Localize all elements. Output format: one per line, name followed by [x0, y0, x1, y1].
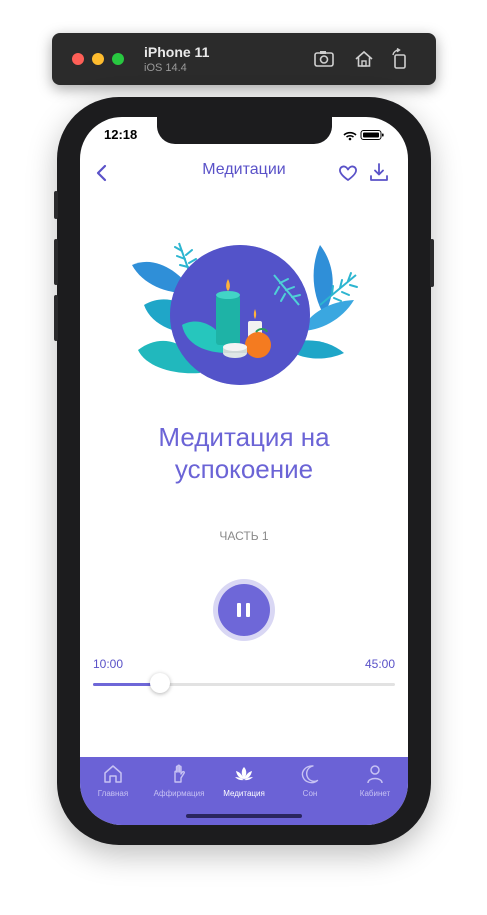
pause-icon-bar [246, 603, 250, 617]
simulator-toolbar: iPhone 11 iOS 14.4 [52, 33, 436, 85]
close-window-button[interactable] [72, 53, 84, 65]
total-time: 45:00 [364, 657, 395, 671]
tab-cabinet[interactable]: Кабинет [342, 763, 408, 798]
phone-frame: 12:18 Медитации Медитация на успокоение … [54, 97, 434, 845]
tab-home[interactable]: Главная [80, 763, 146, 798]
current-time: 10:00 [93, 657, 124, 671]
power-button [430, 239, 434, 287]
tab-meditation[interactable]: Медитация [211, 763, 277, 798]
tab-sleep[interactable]: Сон [277, 763, 343, 798]
simulator-os-version: iOS 14.4 [144, 62, 187, 74]
simulator-device-name: iPhone 11 [144, 44, 210, 60]
home-button-icon[interactable] [353, 48, 375, 70]
meditation-title: Медитация на успокоение [158, 422, 330, 484]
screenshot-icon[interactable] [313, 48, 335, 70]
tab-label: Аффирмация [153, 789, 205, 798]
status-time: 12:18 [104, 127, 138, 142]
minimize-window-button[interactable] [92, 53, 104, 65]
pause-button[interactable] [213, 579, 275, 641]
volume-up-button [54, 239, 58, 285]
phone-screen: 12:18 Медитации Медитация на успокоение … [80, 117, 408, 825]
progress-thumb[interactable] [150, 673, 171, 693]
affirmation-hand-icon [174, 764, 185, 783]
rotate-icon[interactable] [389, 47, 411, 70]
moon-icon [301, 765, 319, 784]
notch [157, 117, 332, 144]
tab-bar: Главная Аффирмация Медитация Сон Кабинет [80, 757, 408, 825]
tab-label: Кабинет [359, 789, 391, 798]
pause-button-inner[interactable] [218, 584, 270, 636]
status-icons [343, 130, 384, 141]
volume-down-button [54, 295, 58, 341]
tab-label: Главная [97, 789, 129, 798]
download-icon[interactable] [368, 161, 390, 183]
lotus-icon [235, 767, 253, 781]
part-label: ЧАСТЬ 1 [219, 529, 269, 543]
user-icon [367, 765, 383, 784]
mute-switch [54, 191, 58, 219]
tab-label: Медитация [223, 789, 265, 798]
meditation-illustration [132, 242, 358, 385]
progress-slider[interactable] [93, 683, 395, 686]
home-indicator[interactable] [186, 814, 302, 818]
home-icon [104, 765, 122, 783]
pause-icon [237, 603, 241, 617]
favorite-heart-icon[interactable] [337, 162, 359, 184]
tab-affirmation[interactable]: Аффирмация [146, 763, 212, 798]
tab-label: Сон [302, 789, 318, 798]
zoom-window-button[interactable] [112, 53, 124, 65]
